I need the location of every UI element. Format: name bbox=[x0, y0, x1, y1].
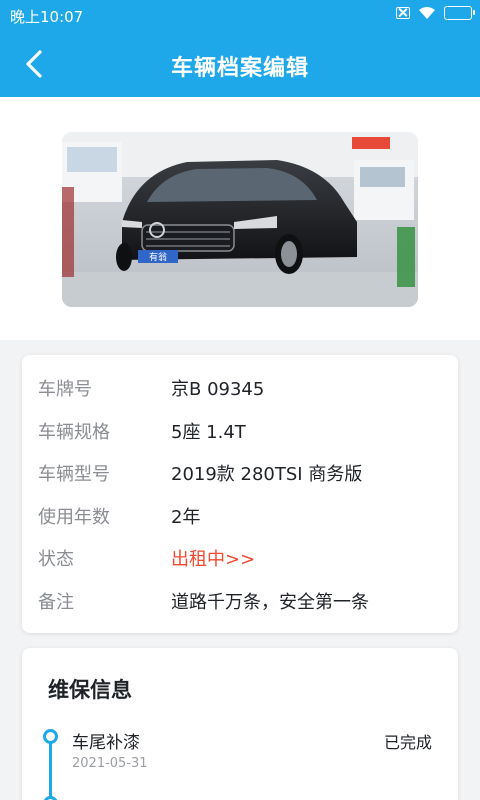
info-value: 京B 09345 bbox=[171, 379, 265, 400]
info-row: 车辆规格 5座 1.4T bbox=[38, 418, 246, 444]
info-row: 使用年数 2年 bbox=[38, 503, 200, 529]
info-label: 状态 bbox=[38, 549, 74, 570]
vehicle-photo[interactable]: 有翁 bbox=[62, 132, 418, 307]
info-label: 备注 bbox=[38, 592, 74, 613]
page-title: 车辆档案编辑 bbox=[170, 56, 309, 81]
vehicle-info-card: 车牌号 京B 09345 车辆规格 5座 1.4T 车辆型号 2019款 280TSI 商… bbox=[22, 355, 458, 633]
info-value: 道路千万条，安全第一条 bbox=[171, 592, 369, 613]
plate-text: 有翁 bbox=[149, 251, 167, 263]
wifi-icon bbox=[419, 7, 435, 19]
rental-status-link[interactable]: 出租中>> bbox=[171, 545, 255, 571]
info-value: 2019款 280TSI 商务版 bbox=[171, 464, 363, 485]
info-row: 车牌号 京B 09345 bbox=[38, 375, 264, 401]
info-label: 使用年数 bbox=[38, 507, 110, 528]
nav-bar: 车辆档案编辑 bbox=[0, 30, 480, 97]
status-icons bbox=[396, 6, 475, 20]
info-row: 车辆型号 2019款 280TSI 商务版 bbox=[38, 460, 362, 486]
maintenance-item-date: 2021-05-31 bbox=[72, 756, 148, 771]
maintenance-title: 维保信息 bbox=[48, 678, 132, 702]
maintenance-item-name: 车尾补漆 bbox=[72, 733, 140, 753]
info-label: 车辆规格 bbox=[38, 422, 110, 443]
info-row[interactable]: 状态 出租中>> bbox=[38, 545, 255, 571]
status-bar: 晚上10:07 bbox=[0, 0, 480, 30]
info-row: 备注 道路千万条，安全第一条 bbox=[38, 588, 369, 614]
info-label: 车辆型号 bbox=[38, 464, 110, 485]
info-value: 5座 1.4T bbox=[171, 422, 246, 443]
no-sim-icon bbox=[396, 7, 410, 19]
info-value: 2年 bbox=[171, 507, 201, 528]
timeline-line bbox=[49, 743, 52, 800]
status-time: 晚上10:07 bbox=[10, 8, 84, 26]
maintenance-item-status: 已完成 bbox=[383, 733, 432, 752]
info-label: 车牌号 bbox=[38, 379, 92, 400]
vehicle-photo-section: 有翁 bbox=[0, 97, 480, 340]
timeline-dot-icon bbox=[43, 796, 58, 800]
battery-icon bbox=[444, 6, 475, 20]
timeline-dot-icon bbox=[43, 729, 58, 744]
car-image: 有翁 bbox=[62, 132, 418, 307]
maintenance-card: 维保信息 车尾补漆 2021-05-31 已完成 bbox=[22, 648, 458, 800]
